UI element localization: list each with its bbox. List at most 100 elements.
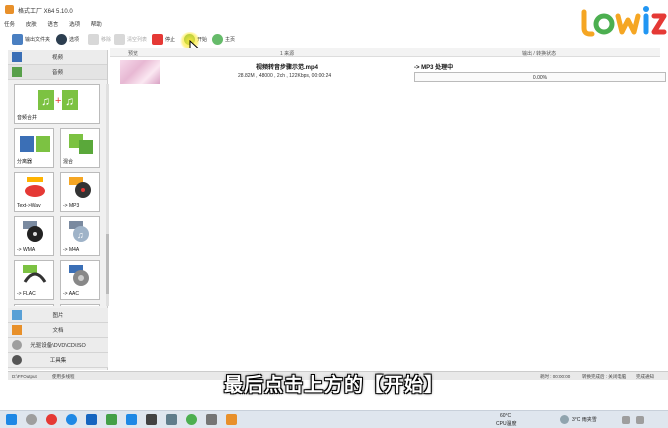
video-subtitle: 最后点击上方的【开始】	[223, 374, 444, 396]
sidebar-item-label: 工具集	[49, 358, 67, 364]
tile-splitter[interactable]: 分离器	[14, 128, 54, 168]
audio-tools-grid: ♫ + ♫ 音频合并 分离器 混合 Text->Wav -> MP3 -> WM…	[14, 84, 102, 306]
tile-label: 分离器	[17, 159, 33, 165]
progress-text: 0.00%	[532, 75, 548, 81]
sidebar-item-label: 视频	[51, 55, 63, 61]
menu-help[interactable]: 帮助	[91, 20, 102, 28]
tile-more-1[interactable]	[14, 304, 54, 306]
title-bar: 格式工厂 X64 5.10.0	[0, 0, 668, 20]
options-label: 选项	[69, 36, 80, 43]
brand-logo-art	[581, 6, 667, 37]
tile-label: 混合	[63, 159, 74, 165]
task-view-icon[interactable]	[26, 414, 37, 425]
menu-skin[interactable]: 皮肤	[26, 20, 37, 28]
output-folder-button[interactable]: 输出文件夹	[12, 32, 50, 46]
options-button[interactable]: 选项	[56, 32, 79, 46]
tile-label: -> WMA	[17, 247, 36, 253]
sidebar: 视频 音频 ♫ + ♫ 音频合并 分离器 混合 Text->Wav -> MP3…	[8, 50, 109, 370]
stop-label: 停止	[165, 36, 176, 43]
tile-audio-merge[interactable]: ♫ + ♫ 音频合并	[14, 84, 100, 124]
tile-label: -> MP3	[63, 203, 80, 209]
sidebar-item-image[interactable]: 图片	[8, 308, 108, 323]
scrollbar-thumb[interactable]	[106, 234, 109, 294]
remove-label: 移除	[101, 36, 112, 43]
tile-to-wma[interactable]: -> WMA	[14, 216, 54, 256]
home-label: 主页	[225, 36, 236, 43]
menu-options[interactable]: 选项	[69, 20, 80, 28]
app-icon-blue[interactable]	[86, 414, 97, 425]
progress-bar: 0.00%	[414, 72, 666, 82]
sidebar-item-audio[interactable]: 音频	[8, 65, 107, 80]
menu-language[interactable]: 语言	[47, 20, 58, 28]
sidebar-item-video[interactable]: 视频	[8, 50, 107, 65]
mix-icon	[69, 134, 93, 154]
app-icon-dark[interactable]	[146, 414, 157, 425]
document-icon	[12, 325, 22, 335]
sidebar-item-disc[interactable]: 光驱设备\DVD\CD\ISO	[8, 338, 108, 353]
settings-icon[interactable]	[166, 414, 177, 425]
weather-text[interactable]: 3°C 雨夹雪	[572, 416, 597, 423]
wechat-icon[interactable]	[186, 414, 197, 425]
sidebar-bottom-categories: 图片 文档 光驱设备\DVD\CD\ISO 工具集	[8, 308, 108, 368]
tray-expand-icon[interactable]	[622, 416, 630, 424]
film-icon	[12, 52, 22, 62]
sidebar-item-label: 光驱设备\DVD\CD\ISO	[30, 343, 86, 349]
wma-icon	[23, 221, 43, 242]
browser-icon[interactable]	[66, 414, 77, 425]
tile-to-m4a[interactable]: ♫ -> M4A	[60, 216, 100, 256]
flac-icon	[23, 265, 47, 283]
app-icon	[5, 5, 14, 14]
tile-to-flac[interactable]: -> FLAC	[14, 260, 54, 300]
tile-more-2[interactable]	[60, 304, 100, 306]
network-icon[interactable]	[636, 416, 644, 424]
tools-icon	[12, 355, 22, 365]
home-icon	[212, 33, 223, 45]
tile-mix[interactable]: 混合	[60, 128, 100, 168]
sidebar-item-label: 音频	[51, 70, 63, 76]
header-output[interactable]: 输出 / 转换状态	[522, 50, 556, 57]
tile-label: 音频合并	[17, 115, 38, 121]
tile-text-to-wav[interactable]: Text->Wav	[14, 172, 54, 212]
tile-to-mp3[interactable]: -> MP3	[60, 172, 100, 212]
sidebar-item-label: 图片	[52, 313, 64, 319]
aac-icon	[69, 265, 89, 286]
tile-to-aac[interactable]: -> AAC	[60, 260, 100, 300]
toolbar: 输出文件夹 选项 移除 清空列表 停止 开始 主页	[0, 30, 580, 48]
clear-list-button[interactable]: 清空列表	[114, 32, 147, 46]
tile-label: Text->Wav	[17, 203, 41, 209]
table-row[interactable]: 视频转音步骤示范.mp4 28.82M , 48000 , 2ch , 122K…	[110, 59, 666, 85]
stop-button[interactable]: 停止	[152, 32, 175, 46]
table-header: 预览 1 来源 输出 / 转换状态	[110, 48, 660, 57]
chrome-icon[interactable]	[46, 414, 57, 425]
svg-text:♫: ♫	[41, 94, 50, 108]
remove-button[interactable]: 移除	[88, 32, 111, 46]
format-factory-taskbar-icon[interactable]	[226, 414, 237, 425]
sidebar-item-tools[interactable]: 工具集	[8, 353, 108, 368]
app-window: 格式工厂 X64 5.10.0 任务 皮肤 语言 选项 帮助 输出文件夹 选项 …	[0, 0, 668, 410]
sidebar-item-label: 文档	[52, 328, 64, 334]
taskbar: 60°C CPU温度 3°C 雨夹雪	[0, 410, 668, 428]
menu-bar: 任务 皮肤 语言 选项 帮助	[0, 20, 580, 30]
windows-start-icon[interactable]	[6, 414, 17, 425]
header-source[interactable]: 1 来源	[280, 50, 294, 57]
cpu-temp-label: CPU温度	[496, 421, 517, 427]
menu-task[interactable]: 任务	[4, 20, 15, 28]
app-icon-gray[interactable]	[206, 414, 217, 425]
image-icon	[12, 310, 22, 320]
clear-list-label: 清空列表	[127, 36, 148, 43]
app-icon-blue-2[interactable]	[126, 414, 137, 425]
mp3-icon	[69, 177, 91, 198]
home-button[interactable]: 主页	[212, 32, 235, 46]
sidebar-item-document[interactable]: 文档	[8, 323, 108, 338]
output-folder-label: 输出文件夹	[25, 36, 51, 43]
tile-label: -> FLAC	[17, 291, 36, 297]
task-list: 预览 1 来源 输出 / 转换状态 视频转音步骤示范.mp4 28.82M , …	[110, 48, 668, 370]
header-preview[interactable]: 预览	[128, 50, 138, 57]
music-icon	[12, 67, 22, 77]
output-target: -> MP3 处理中	[414, 65, 454, 71]
window-title: 格式工厂 X64 5.10.0	[18, 9, 73, 15]
sidebar-scrollbar[interactable]	[106, 84, 109, 306]
app-icon-green[interactable]	[106, 414, 117, 425]
svg-text:+: +	[55, 95, 61, 107]
source-filename: 视频转音步骤示范.mp4	[256, 65, 319, 71]
